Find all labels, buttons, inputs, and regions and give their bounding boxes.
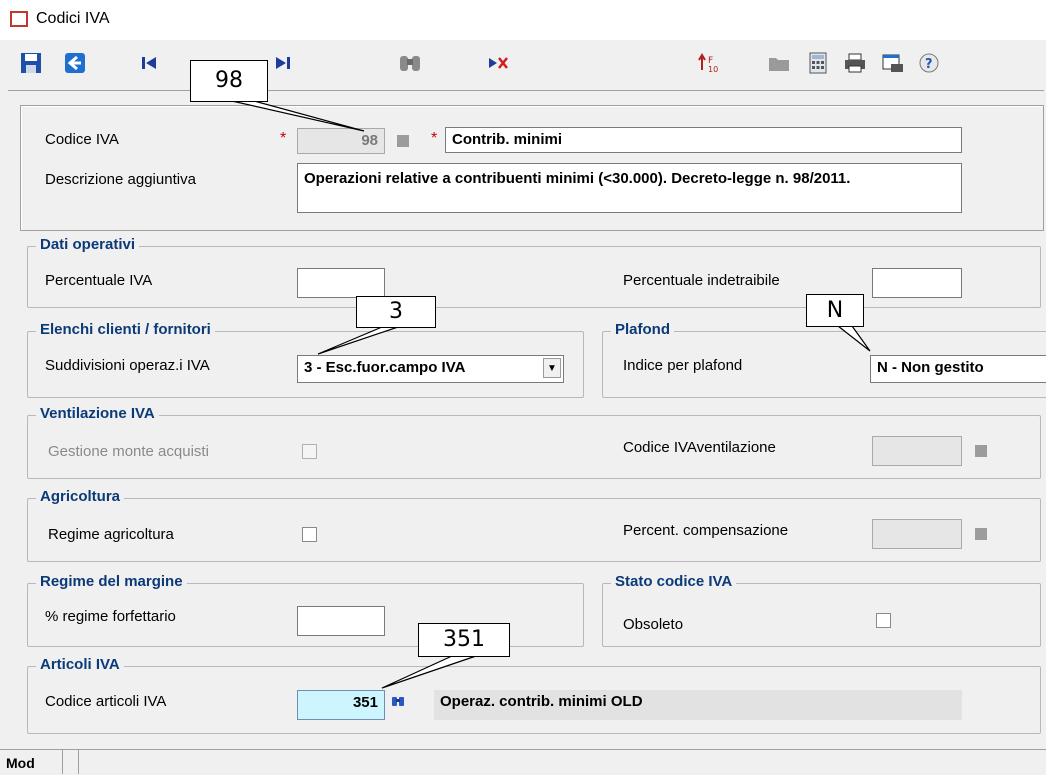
- status-bar: Mod: [0, 749, 1046, 775]
- callout-codice: 98: [190, 60, 268, 102]
- callout-articoli: 351: [418, 623, 510, 657]
- callout-plafond: N: [806, 294, 864, 327]
- status-divider: [78, 750, 79, 774]
- callout-suddivisione: 3: [356, 296, 436, 328]
- callout-pointers: [231, 100, 871, 689]
- status-mode-panel: Mod: [0, 750, 63, 774]
- status-mode: Mod: [6, 755, 35, 771]
